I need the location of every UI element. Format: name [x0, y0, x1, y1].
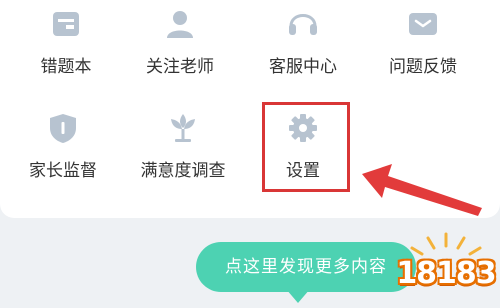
menu-item-label: 问题反馈	[389, 57, 457, 77]
menu-item-label: 关注老师	[146, 57, 214, 77]
menu-item-label: 设置	[286, 161, 320, 181]
menu-item-follow-teacher[interactable]: 关注老师	[130, 6, 230, 77]
person-icon	[167, 11, 193, 38]
flower-icon	[171, 114, 195, 142]
notebook-icon	[53, 12, 79, 36]
menu-item-settings[interactable]: 设置	[253, 110, 353, 181]
message-icon	[409, 13, 437, 35]
menu-item-label: 客服中心	[269, 57, 337, 77]
headset-icon	[289, 14, 317, 35]
menu-item-satisfaction-survey[interactable]: 满意度调查	[133, 110, 233, 181]
red-arrow-icon	[362, 164, 482, 216]
menu-item-customer-service[interactable]: 客服中心	[253, 6, 353, 77]
shield-icon	[50, 114, 76, 143]
menu-item-feedback[interactable]: 问题反馈	[373, 6, 473, 77]
menu-item-label: 满意度调查	[140, 161, 226, 181]
tooltip-tail	[286, 289, 310, 303]
menu-item-label: 错题本	[40, 57, 92, 77]
menu-item-label: 家长监督	[29, 161, 97, 181]
watermark-logo: 18183	[394, 232, 498, 304]
menu-item-parent-supervision[interactable]: 家长监督	[13, 110, 113, 181]
menu-item-wrong-notebook[interactable]: 错题本	[16, 6, 116, 77]
tooltip-bubble[interactable]: 点这里发现更多内容	[196, 242, 416, 292]
gear-icon	[289, 114, 317, 142]
watermark-text: 18183	[396, 256, 496, 291]
